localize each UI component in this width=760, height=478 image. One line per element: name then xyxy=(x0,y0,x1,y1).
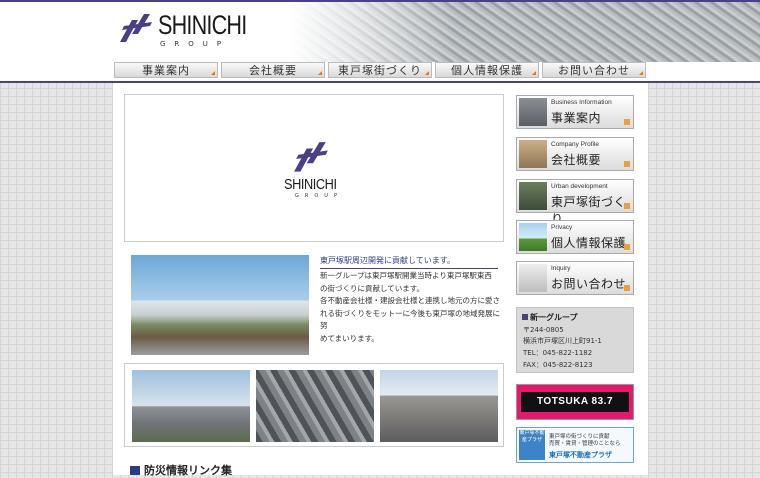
side-ja-label: 個人情報保護 xyxy=(551,236,627,250)
company-fax: FAX：045-822-8123 xyxy=(523,361,593,369)
side-en-label: Urban development xyxy=(551,183,608,190)
shinichi-logo-icon[interactable] xyxy=(118,12,156,48)
intro-line: 新一グループは東戸塚駅開業当時より東戸塚駅東西 xyxy=(320,271,492,280)
totsuka-radio-banner[interactable]: TOTSUKA 83.7 xyxy=(516,384,634,420)
header-aerial-photo xyxy=(290,2,760,62)
city-thumb-icon xyxy=(519,182,547,210)
gallery-photo-towers xyxy=(132,370,250,442)
side-ja-label: 事業案内 xyxy=(551,111,602,125)
company-info-box: 新一グループ 〒244-0805 横浜市戸塚区川上町91-1 TEL：045-8… xyxy=(516,307,634,373)
side-button-inquiry[interactable]: Inquiry お問い合わせ xyxy=(516,261,634,295)
nav-privacy[interactable]: 個人情報保護 xyxy=(435,62,539,78)
logo-text[interactable]: SHINICHI xyxy=(158,10,247,41)
nav-business[interactable]: 事業案内 xyxy=(114,62,218,78)
tower-thumb-icon xyxy=(519,140,547,168)
intro-line: れる街づくりをモットーに今後も東戸塚の地域発展に努 xyxy=(320,308,500,331)
side-button-company[interactable]: Company Profile 会社概要 xyxy=(516,137,634,171)
side-en-label: Business Information xyxy=(551,99,612,106)
logo-subtext: GROUP xyxy=(160,40,231,48)
company-name: 新一グループ xyxy=(522,312,578,323)
side-en-label: Privacy xyxy=(551,224,573,231)
nav-company[interactable]: 会社概要 xyxy=(221,62,325,78)
company-tel: TEL：045-822-1182 xyxy=(523,349,593,357)
station-area-photo xyxy=(131,255,309,355)
bosai-link-heading[interactable]: 防災情報リンク集 xyxy=(130,462,232,478)
plaza-logo-icon: 東戸塚不動産プラザ xyxy=(519,430,545,460)
nav-inquiry[interactable]: お問い合わせ xyxy=(542,62,646,78)
global-nav: 事業案内 会社概要 東戸塚街づくり 個人情報保護 お問い合わせ xyxy=(0,62,760,83)
radio-banner-text: TOTSUKA 83.7 xyxy=(521,392,629,412)
square-bullet-icon xyxy=(130,466,140,475)
phone-thumb-icon xyxy=(519,264,547,292)
intro-line: の街づくりに貢献しています。 xyxy=(320,283,425,293)
company-postal: 〒244-0805 xyxy=(523,326,564,334)
gallery-photo-station xyxy=(380,370,498,442)
bosai-link-label: 防災情報リンク集 xyxy=(144,464,232,477)
nav-urban[interactable]: 東戸塚街づくり xyxy=(328,62,432,78)
site-header xyxy=(0,0,760,62)
intro-line: めてまいります。 xyxy=(320,333,379,343)
plaza-line3: 東戸塚不動産プラザ xyxy=(549,451,612,459)
side-button-urban[interactable]: Urban development 東戸塚街づくり xyxy=(516,179,634,226)
hero-logo-text: SHINICHI xyxy=(284,176,337,193)
hero-logo-icon xyxy=(294,142,328,172)
building-thumb-icon xyxy=(519,98,547,126)
company-address: 横浜市戸塚区川上町91-1 xyxy=(523,337,602,345)
hero-logo-subtext: GROUP xyxy=(295,193,343,199)
side-en-label: Company Profile xyxy=(551,141,600,148)
side-button-privacy[interactable]: Privacy 個人情報保護 xyxy=(516,220,634,254)
intro-title: 東戸塚駅周辺開発に貢献しています。 xyxy=(320,255,498,269)
side-ja-label: お問い合わせ xyxy=(551,277,627,291)
gallery-photo-aerial xyxy=(256,370,374,442)
tree-thumb-icon xyxy=(519,223,547,251)
side-en-label: Inquiry xyxy=(551,265,571,272)
plaza-line2: 売買・賃貸・管理のことなら xyxy=(549,441,621,447)
side-button-business[interactable]: Business Information 事業案内 xyxy=(516,95,634,129)
intro-body: 新一グループは東戸塚駅開業当時より東戸塚駅東西 の街づくりに貢献しています。 各… xyxy=(320,270,500,345)
side-ja-label: 会社概要 xyxy=(551,153,602,167)
intro-line: 各不動産会社様・建設会社様と連携し地元の方に愛さ xyxy=(320,296,500,305)
real-estate-plaza-banner[interactable]: 東戸塚不動産プラザ 東戸塚の街づくりに貢献 売買・賃貸・管理のことなら 東戸塚不… xyxy=(516,427,634,463)
